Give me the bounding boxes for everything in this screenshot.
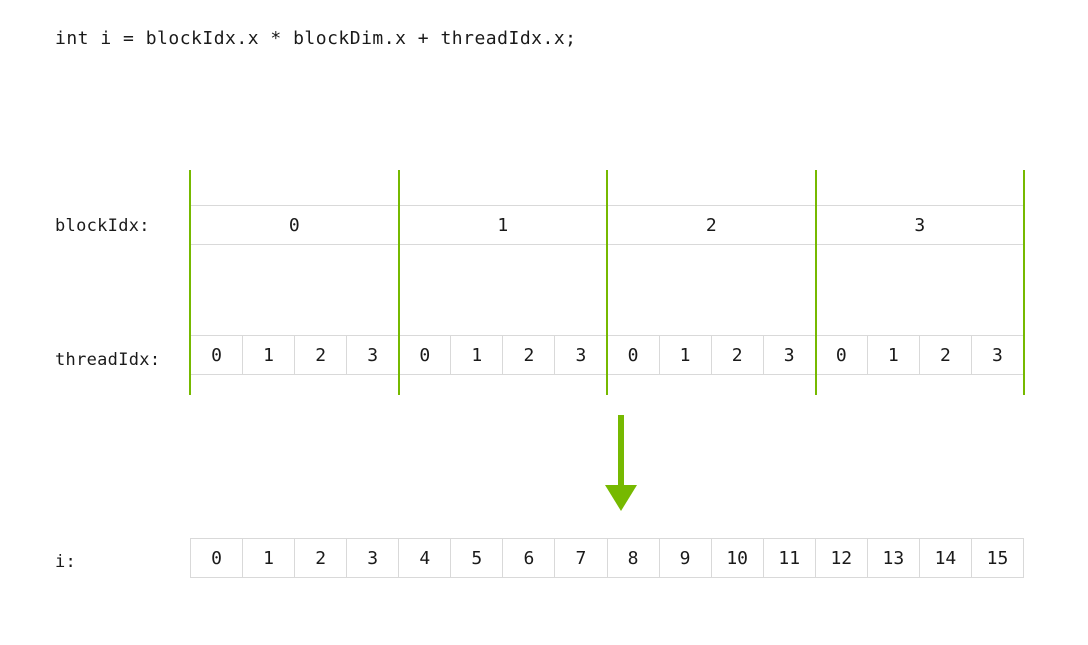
i-cell: 1: [243, 539, 295, 577]
threadidx-cell: 1: [451, 336, 503, 374]
block-separator: [1023, 170, 1025, 395]
i-cell: 0: [190, 539, 243, 577]
threadidx-cell: 3: [347, 336, 399, 374]
block-separator: [189, 170, 191, 395]
label-blockidx: blockIdx:: [55, 216, 150, 236]
i-cell: 9: [660, 539, 712, 577]
block-separator: [398, 170, 400, 395]
threadidx-cell: 0: [399, 336, 451, 374]
threadidx-cell: 0: [608, 336, 660, 374]
threadidx-cell: 0: [816, 336, 868, 374]
i-cell: 5: [451, 539, 503, 577]
i-cell: 2: [295, 539, 347, 577]
i-cell: 14: [920, 539, 972, 577]
i-cell: 6: [503, 539, 555, 577]
blockidx-cell: 0: [190, 206, 399, 244]
i-cell: 3: [347, 539, 399, 577]
threadidx-cell: 1: [660, 336, 712, 374]
threadidx-cell: 2: [712, 336, 764, 374]
blockidx-cell: 2: [607, 206, 816, 244]
i-cell: 15: [972, 539, 1024, 577]
i-cell: 7: [555, 539, 607, 577]
i-row-wrap: 0 1 2 3 4 5 6 7 8 9 10 11 12 13 14 15: [190, 538, 1024, 578]
label-threadidx: threadIdx:: [55, 350, 160, 370]
threadidx-cell: 3: [555, 336, 607, 374]
threadidx-cell: 2: [920, 336, 972, 374]
arrow-down-icon: [605, 415, 635, 515]
i-cell: 13: [868, 539, 920, 577]
threadidx-cell: 3: [972, 336, 1024, 374]
i-cell: 12: [816, 539, 868, 577]
threadidx-cell: 2: [503, 336, 555, 374]
threadidx-cell: 0: [190, 336, 243, 374]
i-cell: 11: [764, 539, 816, 577]
block-separator: [815, 170, 817, 395]
blockidx-cell: 3: [816, 206, 1025, 244]
i-cell: 10: [712, 539, 764, 577]
threadidx-cell: 3: [764, 336, 816, 374]
block-separator: [606, 170, 608, 395]
block-thread-grid: 0 1 2 3 0 1 2 3 0 1 2 3 0 1 2 3 0 1 2 3: [190, 175, 1024, 390]
i-cell: 8: [608, 539, 660, 577]
threadidx-cell: 1: [243, 336, 295, 374]
threadidx-cell: 1: [868, 336, 920, 374]
i-cell: 4: [399, 539, 451, 577]
threadidx-cell: 2: [295, 336, 347, 374]
i-row: 0 1 2 3 4 5 6 7 8 9 10 11 12 13 14 15: [190, 538, 1024, 578]
blockidx-cell: 1: [399, 206, 608, 244]
diagram-page: int i = blockIdx.x * blockDim.x + thread…: [0, 0, 1088, 645]
code-line: int i = blockIdx.x * blockDim.x + thread…: [55, 28, 577, 49]
label-i: i:: [55, 552, 76, 572]
